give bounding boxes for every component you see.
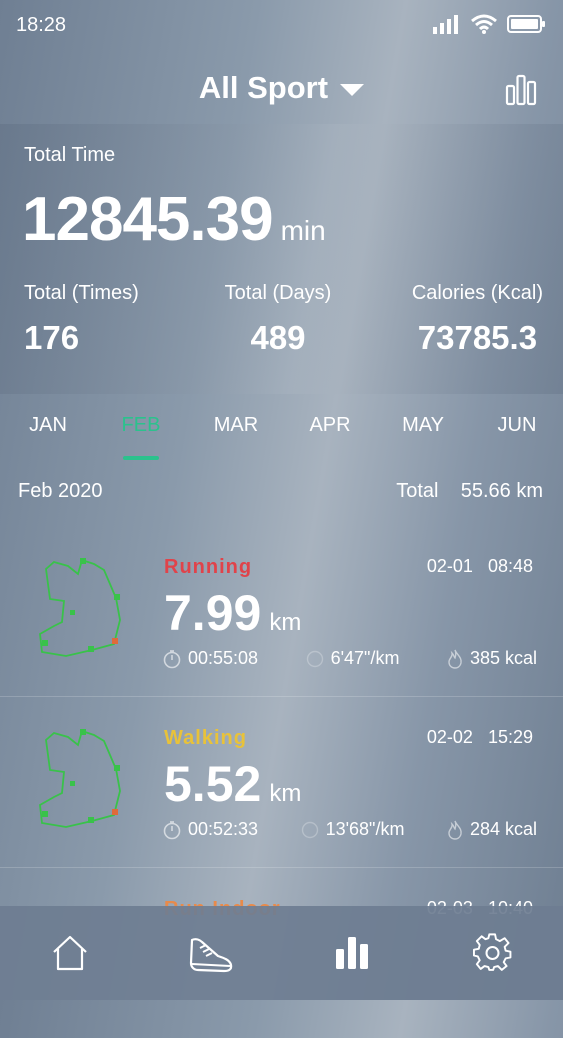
activity-distance: 7.99 km bbox=[164, 584, 301, 642]
stat-label: Total (Days) bbox=[224, 282, 332, 304]
calories: 284 kcal bbox=[446, 819, 537, 840]
pace: 6'47"/km bbox=[305, 648, 400, 669]
activity-datetime: 02-02 15:29 bbox=[427, 727, 533, 748]
battery-icon bbox=[507, 15, 545, 33]
total-time-number: 12845.39 bbox=[22, 185, 274, 254]
tab-mar[interactable]: MAR bbox=[214, 414, 258, 437]
total-time-label: Total Time bbox=[24, 144, 116, 166]
flame-icon bbox=[448, 649, 462, 669]
bottom-nav bbox=[0, 906, 563, 1000]
bar-chart-icon bbox=[335, 937, 368, 969]
status-bar: 18:28 bbox=[0, 0, 563, 52]
activity-distance-unit: km bbox=[269, 780, 302, 807]
activity-datetime: 02-01 08:48 bbox=[427, 556, 533, 577]
chart-button[interactable] bbox=[505, 74, 537, 111]
calories-value: 284 kcal bbox=[469, 819, 537, 839]
stat-value: 176 bbox=[24, 319, 80, 356]
duration: 00:55:08 bbox=[162, 648, 258, 669]
wifi-icon bbox=[471, 14, 497, 34]
tab-jun[interactable]: JUN bbox=[498, 414, 537, 437]
sport-selector[interactable]: All Sport bbox=[0, 70, 563, 106]
pace: 13'68"/km bbox=[300, 819, 405, 840]
activity-time: 08:48 bbox=[487, 556, 533, 576]
duration: 00:52:33 bbox=[162, 819, 258, 840]
activity-type: Walking bbox=[164, 727, 247, 749]
tab-may[interactable]: MAY bbox=[402, 414, 444, 437]
stopwatch-icon bbox=[163, 820, 181, 839]
caret-down-icon bbox=[340, 83, 365, 96]
activity-distance-value: 7.99 bbox=[164, 585, 262, 641]
month-tabs: JAN FEB MAR APR MAY JUN bbox=[0, 408, 563, 468]
stat-value: 73785.3 bbox=[417, 319, 538, 356]
gear-icon bbox=[472, 933, 512, 971]
route-map-icon bbox=[39, 558, 121, 657]
pace-value: 13'68"/km bbox=[325, 819, 405, 839]
activity-meta: 00:55:08 6'47"/km 385 kcal bbox=[162, 648, 537, 669]
summary-panel: Total Time 12845.39 min Total (Times) 176… bbox=[0, 124, 563, 394]
activity-item[interactable]: Running 02-01 08:48 7.99 km 00:55:08 6'47… bbox=[0, 526, 563, 697]
nav-statistics[interactable] bbox=[312, 913, 392, 993]
calories: 385 kcal bbox=[446, 648, 537, 669]
sport-selector-label: All Sport bbox=[198, 70, 329, 105]
bar-chart-icon bbox=[505, 74, 537, 106]
nav-workout[interactable] bbox=[171, 913, 251, 993]
stopwatch-icon bbox=[163, 649, 181, 668]
period-label: Feb 2020 bbox=[18, 480, 103, 502]
shoe-icon bbox=[190, 938, 233, 973]
flame-icon bbox=[448, 820, 462, 840]
tab-feb[interactable]: FEB bbox=[122, 414, 161, 437]
nav-settings[interactable] bbox=[453, 913, 533, 993]
stat-label: Total (Times) bbox=[24, 282, 139, 304]
total-time-unit: min bbox=[280, 215, 326, 246]
status-icons bbox=[433, 14, 547, 34]
tab-jan[interactable]: JAN bbox=[29, 414, 67, 437]
stat-total-times: Total (Times) 176 bbox=[24, 282, 139, 357]
total-time-value: 12845.39 min bbox=[22, 184, 326, 255]
activity-time: 15:29 bbox=[487, 727, 533, 747]
home-icon bbox=[53, 935, 88, 971]
nav-home[interactable] bbox=[30, 913, 110, 993]
activity-meta: 00:52:33 13'68"/km 284 kcal bbox=[162, 819, 537, 840]
route-map-icon bbox=[39, 729, 121, 828]
active-tab-indicator bbox=[123, 456, 159, 460]
header: All Sport bbox=[0, 52, 563, 124]
stat-calories: Calories (Kcal) 73785.3 bbox=[412, 282, 543, 357]
period-total-value: 55.66 km bbox=[460, 480, 543, 502]
activity-date: 02-02 bbox=[426, 727, 473, 747]
period-total: Total 55.66 km bbox=[396, 480, 543, 503]
activity-item[interactable]: Walking 02-02 15:29 5.52 km 00:52:33 13'6… bbox=[0, 697, 563, 868]
stat-label: Calories (Kcal) bbox=[411, 282, 543, 304]
stat-total-days: Total (Days) 489 bbox=[220, 282, 336, 357]
duration-value: 00:55:08 bbox=[188, 648, 259, 668]
status-time: 18:28 bbox=[16, 14, 67, 36]
activity-distance: 5.52 km bbox=[164, 755, 301, 813]
activity-distance-value: 5.52 bbox=[164, 756, 262, 812]
duration-value: 00:52:33 bbox=[188, 819, 259, 839]
calories-value: 385 kcal bbox=[469, 648, 537, 668]
pace-icon bbox=[306, 650, 323, 667]
activity-date: 02-01 bbox=[426, 556, 473, 576]
pace-icon bbox=[301, 821, 318, 838]
tab-apr[interactable]: APR bbox=[309, 414, 350, 437]
period-total-label: Total bbox=[396, 480, 439, 502]
stat-value: 489 bbox=[250, 319, 306, 356]
signal-icon bbox=[433, 15, 458, 34]
activity-type: Running bbox=[164, 556, 253, 578]
pace-value: 6'47"/km bbox=[330, 648, 400, 668]
activity-distance-unit: km bbox=[269, 609, 302, 636]
